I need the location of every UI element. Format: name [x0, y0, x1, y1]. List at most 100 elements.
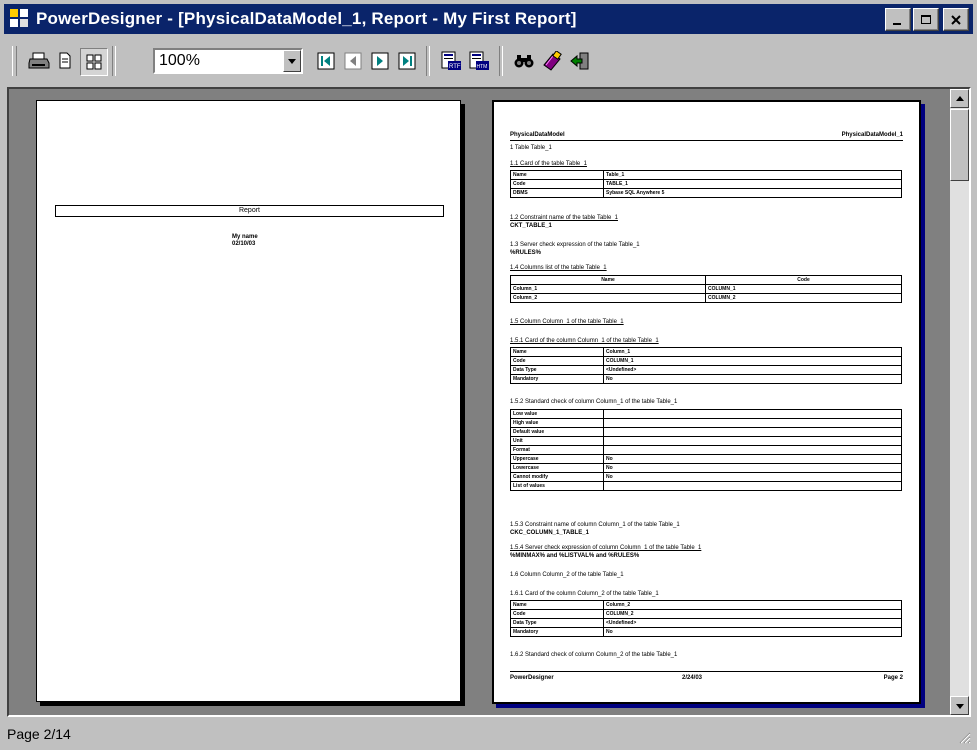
toolbar-separator [426, 46, 430, 76]
exit-preview-button[interactable] [567, 48, 593, 74]
last-page-button[interactable] [394, 48, 420, 74]
svg-text:HTM: HTM [477, 64, 488, 70]
table-row: Code TABLE_1 [510, 179, 902, 189]
toolbar-grip[interactable] [12, 46, 17, 76]
report-title: Report [238, 207, 260, 214]
table-row: DBMS Sybase SQL Anywhere 5 [510, 188, 902, 198]
table-row: Mandatory No [510, 627, 902, 637]
section-heading: 1.6.2 Standard check of column Column_2 … [510, 652, 678, 658]
svg-text:RTF: RTF [449, 64, 461, 70]
scroll-down-button[interactable] [950, 696, 969, 715]
previous-page-icon [344, 52, 362, 70]
report-date: 02/10/03 [232, 241, 256, 247]
maximize-icon [921, 14, 931, 24]
chevron-down-icon [288, 59, 296, 64]
minimize-button[interactable] [885, 8, 911, 31]
table-row: Mandatory No [510, 374, 902, 384]
table-row: Name Column_1 [510, 347, 902, 357]
section-heading: 1.5.2 Standard check of column Column_1 … [510, 399, 678, 405]
table-card: Name Table_1 Code TABLE_1 DBMS Sybase SQL A… [510, 170, 902, 198]
section-heading: 1 Table Table_1 [510, 145, 552, 151]
single-page-button[interactable] [52, 48, 78, 74]
zoom-select[interactable]: 100% [153, 48, 303, 74]
title-bar[interactable]: PowerDesigner - [PhysicalDataModel_1, Re… [4, 4, 973, 34]
report-page-1[interactable]: Report My name 02/10/03 [36, 100, 461, 702]
section-heading: 1.6 Column Column_2 of the table Table_1 [510, 572, 624, 578]
status-bar: Page 2/14 [4, 722, 973, 746]
table-row: Column_1 COLUMN_1 [510, 284, 902, 294]
section-heading: 1.5.3 Constraint name of column Column_1… [510, 522, 680, 528]
report-editor-icon [543, 51, 562, 71]
print-icon [28, 52, 50, 69]
header-rule [510, 140, 903, 141]
footer-rule [510, 671, 903, 672]
section-heading: 1.5.4 Server check expression of column … [510, 545, 702, 551]
zoom-value: 100% [159, 52, 200, 69]
export-rtf-button[interactable]: RTF [438, 48, 464, 74]
last-page-icon [398, 52, 416, 70]
toolbar-separator [112, 46, 116, 76]
scroll-thumb[interactable] [950, 109, 969, 181]
page-footer-left: PowerDesigner [510, 675, 554, 681]
page-header-left: PhysicalDataModel [510, 132, 565, 138]
section-heading: 1.2 Constraint name of the table Table_1 [510, 215, 618, 221]
table-row: Format [510, 445, 902, 455]
find-icon [514, 55, 534, 68]
arrow-up-icon [955, 95, 964, 101]
two-page-icon [86, 54, 102, 70]
section-value: %RULES% [510, 250, 542, 256]
report-title-box: Report [55, 205, 444, 217]
table-row: Unit [510, 436, 902, 446]
preview-area[interactable]: Report My name 02/10/03 PhysicalDataMode… [7, 87, 971, 717]
report-preview-window: PowerDesigner - [PhysicalDataModel_1, Re… [0, 0, 977, 750]
export-html-icon: HTM [469, 51, 489, 70]
resize-grip-icon[interactable] [957, 730, 971, 744]
minimize-icon [893, 22, 901, 25]
table-row: High value [510, 418, 902, 428]
close-button[interactable] [943, 8, 969, 31]
first-page-icon [317, 52, 335, 70]
section-value: CKT_TABLE_1 [510, 223, 552, 229]
report-editor-button[interactable] [539, 48, 565, 74]
single-page-icon [59, 52, 71, 69]
export-html-button[interactable]: HTM [466, 48, 492, 74]
powerdesigner-app-icon[interactable] [10, 9, 30, 29]
table-row: Default value [510, 427, 902, 437]
previous-page-button[interactable] [340, 48, 366, 74]
toolbar-separator [499, 46, 503, 76]
scroll-up-button[interactable] [950, 89, 969, 108]
page-footer-center: 2/24/03 [682, 675, 703, 681]
section-heading: 1.3 Server check expression of the table… [510, 242, 640, 248]
column-card-table: Name Column_1 Code COLUMN_1 Data Type <Unde… [510, 347, 902, 384]
section-heading: 1.5.1 Card of the column Column_1 of the… [510, 338, 659, 344]
find-button[interactable] [511, 48, 537, 74]
two-page-button[interactable] [80, 48, 108, 76]
next-page-icon [371, 52, 389, 70]
section-heading: 1.5 Column Column_1 of the table Table_1 [510, 319, 624, 325]
section-value: %MINMAX% and %LISTVAL% and %RULES% [510, 553, 640, 559]
section-heading: 1.1 Card of the table Table_1 [510, 161, 587, 167]
columns-list-table: Name Code Column_1 COLUMN_1 Column_2 COLUMN… [510, 275, 902, 303]
table-row: Lowercase No [510, 463, 902, 473]
page-footer-right: Page 2 [883, 675, 903, 681]
table-row: List of values [510, 481, 902, 491]
maximize-button[interactable] [913, 8, 939, 31]
table-row: Name Column_2 [510, 600, 902, 610]
table-row: Data Type <Undefined> [510, 365, 902, 375]
window-title: PowerDesigner - [PhysicalDataModel_1, Re… [36, 9, 577, 28]
table-row: Column_2 COLUMN_2 [510, 293, 902, 303]
vertical-scrollbar[interactable] [950, 89, 969, 715]
first-page-button[interactable] [313, 48, 339, 74]
report-author-date: My name 02/10/03 [232, 234, 258, 248]
column-card-table: Name Column_2 Code COLUMN_2 Data Type <Unde… [510, 600, 902, 637]
zoom-dropdown-button[interactable] [283, 50, 301, 72]
table-row: Data Type <Undefined> [510, 618, 902, 628]
export-rtf-icon: RTF [441, 51, 461, 70]
arrow-down-icon [955, 703, 964, 709]
section-heading: 1.6.1 Card of the column Column_2 of the… [510, 591, 659, 597]
section-value: CKC_COLUMN_1_TABLE_1 [510, 530, 589, 536]
report-page-2[interactable]: PhysicalDataModel PhysicalDataModel_1 1 … [492, 100, 921, 704]
table-row: Code COLUMN_1 [510, 356, 902, 366]
next-page-button[interactable] [367, 48, 393, 74]
print-button[interactable] [26, 48, 52, 74]
